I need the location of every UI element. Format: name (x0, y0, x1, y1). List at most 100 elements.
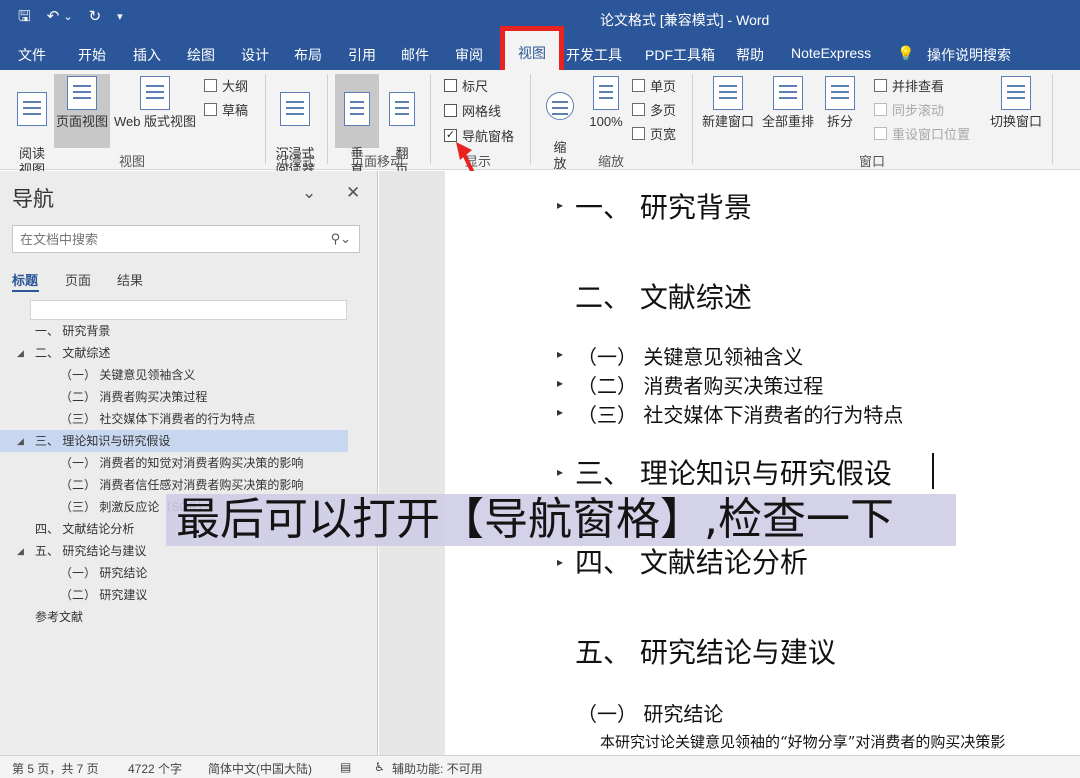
search-icon[interactable]: ⚲⌄ (331, 231, 351, 247)
tab-developer[interactable]: 开发工具 (566, 45, 622, 65)
window-group-label: 窗口 (859, 154, 886, 169)
book-icon (17, 92, 47, 126)
collapse-triangle-icon[interactable]: ▸ (557, 465, 563, 479)
one-page-icon (632, 79, 645, 92)
save-icon[interactable]: 🖫 (18, 7, 31, 27)
customize-qat-icon[interactable]: ▾ (117, 7, 123, 27)
heading-tree-label: 一、 研究背景 (35, 324, 111, 338)
tab-home[interactable]: 开始 (78, 45, 106, 65)
heading-placeholder (30, 300, 347, 320)
heading-tree-item[interactable]: （二） 消费者购买决策过程 (0, 386, 348, 408)
collapse-triangle-icon[interactable]: ▸ (557, 405, 563, 419)
new-window-label: 新建窗口 (701, 114, 754, 129)
heading-research-background: 一、 研究背景 (575, 191, 752, 224)
heading-tree-item[interactable]: （二） 研究建议 (0, 584, 348, 606)
draft-button[interactable]: 草稿 (204, 100, 248, 119)
collapse-triangle-icon[interactable]: ▸ (557, 555, 563, 569)
undo-icon[interactable]: ↶ (47, 7, 60, 27)
expand-arrow-icon[interactable]: ◢ (17, 342, 24, 364)
switch-windows-button[interactable]: 切换窗口 (986, 76, 1046, 130)
nav-search-input[interactable] (13, 226, 313, 252)
outline-label: 大纲 (222, 79, 249, 94)
tab-layout[interactable]: 布局 (294, 45, 322, 65)
language-indicator[interactable]: 简体中文(中国大陆) (208, 760, 312, 777)
heading-tree-item[interactable]: 参考文献 (0, 606, 348, 628)
heading-tree-item[interactable]: ◢ 三、 理论知识与研究假设 (0, 430, 348, 452)
vertical-button[interactable]: 垂 直 (335, 74, 379, 177)
immersive-group-label: 沉浸式 (276, 154, 316, 169)
accessibility-status[interactable]: 辅助功能: 不可用 (392, 760, 483, 777)
gridlines-checkbox[interactable]: 网格线 (444, 101, 501, 120)
tab-pdf-toolbox[interactable]: PDF工具箱 (645, 45, 715, 65)
web-page-icon (140, 76, 170, 110)
heading-tree-item[interactable]: （一） 消费者的知觉对消费者购买决策的影响 (0, 452, 348, 474)
tell-me-search[interactable]: 操作说明搜索 (927, 45, 1011, 65)
one-page-button[interactable]: 单页 (632, 76, 676, 95)
page-count[interactable]: 第 5 页，共 7 页 (12, 760, 99, 777)
split-label: 拆分 (826, 114, 853, 129)
tab-review[interactable]: 审阅 (455, 45, 483, 65)
collapse-triangle-icon[interactable]: ▸ (557, 347, 563, 361)
tab-noteexpress[interactable]: NoteExpress (791, 45, 871, 61)
heading-tree-label: 四、 文献结论分析 (35, 522, 135, 536)
heading-tree-item[interactable]: ◢ 二、 文献综述 (0, 342, 348, 364)
tab-mailings[interactable]: 邮件 (401, 45, 429, 65)
chevron-down-icon[interactable]: ⌄ (302, 183, 316, 203)
proofing-icon[interactable]: ▤ (340, 760, 351, 774)
heading-tree-item[interactable]: （一） 研究结论 (0, 562, 348, 584)
zoom-button[interactable]: 缩 放 (542, 76, 578, 172)
undo-menu-icon[interactable]: ⌄ (63, 7, 72, 27)
nav-tab-pages[interactable]: 页面 (65, 270, 91, 289)
close-icon[interactable]: ✕ (346, 183, 360, 203)
zoom-100-button[interactable]: 100% (586, 76, 626, 130)
group-separator (1052, 74, 1053, 164)
word-count[interactable]: 4722 个字 (128, 760, 182, 777)
gridlines-check[interactable] (444, 104, 457, 117)
tab-help[interactable]: 帮助 (736, 45, 764, 65)
heading-tree-item[interactable]: 一、 研究背景 (0, 320, 348, 342)
nav-tab-headings[interactable]: 标题 (12, 270, 38, 289)
outline-button[interactable]: 大纲 (204, 76, 248, 95)
heading-conclusion-suggestions: 五、 研究结论与建议 (575, 636, 836, 669)
reset-window-position-button[interactable]: 重设窗口位置 (874, 124, 970, 143)
arrange-all-button[interactable]: 全部重排 (760, 76, 816, 130)
side-by-side-label: 并排查看 (892, 79, 945, 94)
tab-view-label: 视图 (518, 45, 546, 61)
heading-tree-item[interactable]: （一） 关键意见领袖含义 (0, 364, 348, 386)
lightbulb-icon[interactable]: 💡 (897, 45, 914, 62)
print-layout-button[interactable]: 页面视图 (54, 74, 110, 148)
group-separator (327, 74, 328, 164)
page-width-button[interactable]: 页宽 (632, 124, 676, 143)
expand-arrow-icon[interactable]: ◢ (17, 430, 24, 452)
tab-design[interactable]: 设计 (241, 45, 269, 65)
collapse-triangle-icon[interactable]: ▸ (557, 198, 563, 212)
view-side-by-side-button[interactable]: 并排查看 (874, 76, 944, 95)
expand-arrow-icon[interactable]: ◢ (17, 540, 24, 562)
tab-file[interactable]: 文件 (18, 45, 46, 65)
views-group-label: 视图 (119, 154, 146, 169)
nav-search-box[interactable]: ⚲⌄ (12, 225, 360, 253)
tab-insert[interactable]: 插入 (133, 45, 161, 65)
heading-tree-item[interactable]: （二） 消费者信任感对消费者购买决策的影响 (0, 474, 348, 496)
web-layout-button[interactable]: Web 版式视图 (112, 76, 198, 130)
heading-tree-label: （三） 社交媒体下消费者的行为特点 (60, 412, 256, 426)
heading-tree-item[interactable]: （三） 社交媒体下消费者的行为特点 (0, 408, 348, 430)
sync-scroll-button[interactable]: 同步滚动 (874, 100, 944, 119)
reset-position-label: 重设窗口位置 (892, 127, 971, 142)
ruler-checkbox[interactable]: 标尺 (444, 76, 488, 95)
multiple-pages-button[interactable]: 多页 (632, 100, 676, 119)
collapse-triangle-icon[interactable]: ▸ (557, 376, 563, 390)
ruler-check[interactable] (444, 79, 457, 92)
redo-icon[interactable]: ↻ (89, 7, 102, 27)
status-bar: 第 5 页，共 7 页 4722 个字 简体中文(中国大陆) ▤ ♿ 辅助功能:… (0, 755, 1080, 778)
heading-tree-label: （二） 消费者信任感对消费者购买决策的影响 (60, 478, 304, 492)
split-button[interactable]: 拆分 (822, 76, 858, 130)
tab-draw[interactable]: 绘图 (187, 45, 215, 65)
read-mode-button[interactable]: 阅读 视图 (10, 76, 54, 178)
nav-tab-results[interactable]: 结果 (117, 270, 143, 289)
heading-purchase-decision: （二） 消费者购买决策过程 (577, 374, 824, 398)
document-page[interactable]: ▸ 一、 研究背景 二、 文献综述 ▸ （一） 关键意见领袖含义 ▸ （二） 消… (445, 171, 1080, 755)
new-window-button[interactable]: 新建窗口 (700, 76, 756, 130)
tab-references[interactable]: 引用 (348, 45, 376, 65)
heading-kol-meaning: （一） 关键意见领袖含义 (577, 345, 804, 369)
